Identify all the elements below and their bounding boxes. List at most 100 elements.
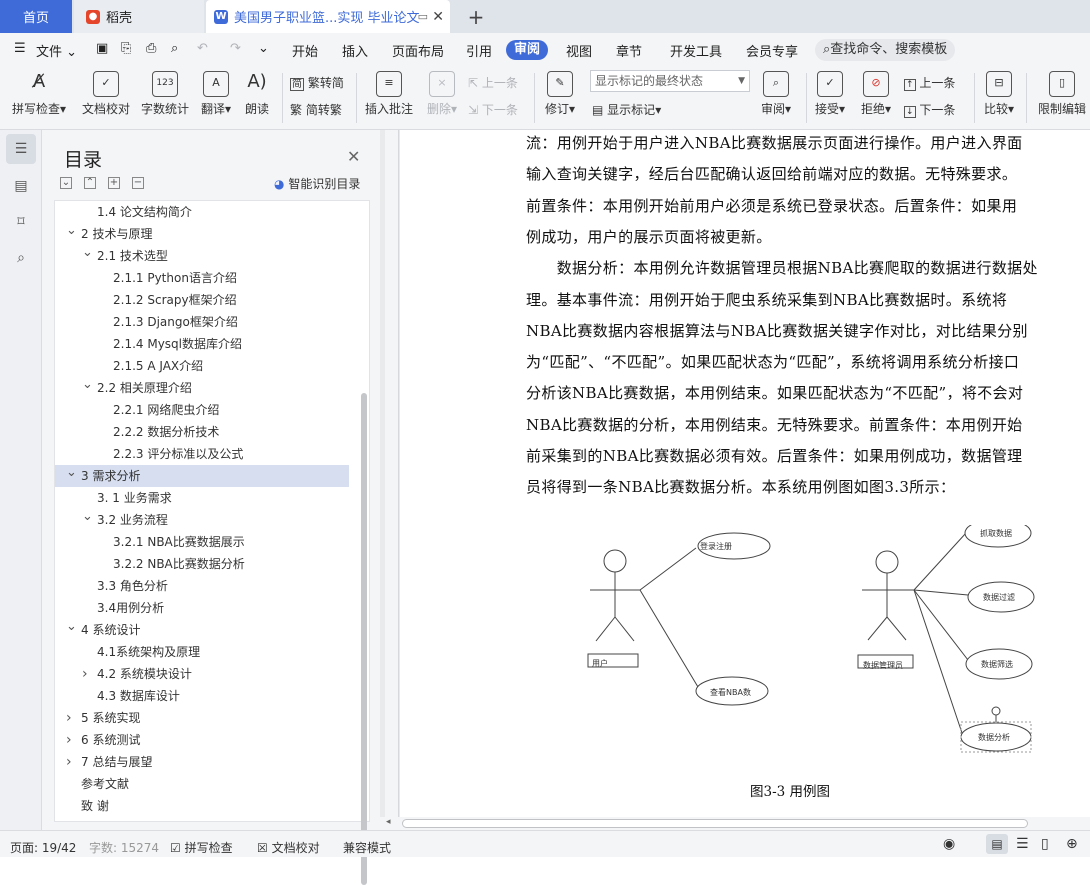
toc-item[interactable]: 参考文献 — [55, 773, 349, 795]
new-tab-button[interactable]: + — [462, 0, 490, 33]
accept-button[interactable]: ✓ 接受▾ — [812, 71, 848, 117]
web-view-icon[interactable]: ⊕ — [1066, 836, 1078, 852]
chevron-right-icon[interactable]: › — [82, 663, 88, 685]
word-count-button[interactable]: 123 字数统计 — [140, 71, 190, 117]
document-page[interactable]: 流：用例开始于用户进入NBA比赛数据展示页面进行操作。用户进入界面 输入查询关键字… — [400, 130, 1090, 817]
spell-check-status[interactable]: ☑ 拼写检查 — [170, 839, 233, 856]
toc-item[interactable]: 3.2.1 NBA比赛数据展示 — [55, 531, 349, 553]
compare-button[interactable]: ⊟ 比较▾ — [980, 71, 1018, 117]
prev-comment-button[interactable]: ⇱ 上一条 — [468, 74, 518, 91]
chevron-down-icon[interactable]: ⌄ — [66, 220, 77, 242]
toc-item[interactable]: ⌄ 2.2 相关原理介绍 — [55, 377, 349, 399]
delete-comment-button[interactable]: × 删除▾ — [422, 71, 462, 117]
menu-reference[interactable]: 引用 — [466, 41, 492, 60]
toc-item[interactable]: 2.2.2 数据分析技术 — [55, 421, 349, 443]
horizontal-scrollbar[interactable]: ◂ — [380, 817, 1090, 830]
chevron-right-icon[interactable]: › — [66, 729, 72, 751]
toc-item[interactable]: 3.2.2 NBA比赛数据分析 — [55, 553, 349, 575]
toc-item[interactable]: › 5 系统实现 — [55, 707, 349, 729]
tab-daoke[interactable]: ● 稻壳 — [74, 0, 204, 33]
menu-start[interactable]: 开始 — [292, 41, 318, 60]
export-icon[interactable]: ⎘ — [121, 41, 131, 56]
menu-member[interactable]: 会员专享 — [746, 41, 798, 60]
undo-icon[interactable]: ↶ — [197, 41, 208, 56]
menu-view[interactable]: 视图 — [566, 41, 592, 60]
toc-item[interactable]: 4.1系统架构及原理 — [55, 641, 349, 663]
close-tab-icon[interactable]: ✕ — [432, 9, 444, 25]
page-view-icon[interactable]: ▤ — [986, 834, 1008, 854]
menu-insert[interactable]: 插入 — [342, 41, 368, 60]
toc-scrollbar[interactable] — [361, 393, 367, 885]
next-change-button[interactable]: ↓ 下一条 — [904, 101, 955, 118]
proof-status[interactable]: ☒ 文档校对 — [257, 839, 320, 856]
next-comment-button[interactable]: ⇲ 下一条 — [468, 101, 518, 118]
menu-review[interactable]: 审阅 — [506, 40, 548, 60]
menu-chapter[interactable]: 章节 — [616, 41, 642, 60]
redo-icon[interactable]: ↷ — [230, 41, 241, 56]
toc-item[interactable]: 2.2.1 网络爬虫介绍 — [55, 399, 349, 421]
bookmark-icon[interactable]: ⌑ — [10, 211, 32, 233]
spell-check-button[interactable]: A̸ 拼写检查▾ — [10, 71, 68, 117]
restrict-edit-button[interactable]: ▯ 限制编辑 — [1034, 71, 1090, 117]
outline-view-icon[interactable]: ☰ — [1016, 836, 1029, 852]
toc-item[interactable]: 3.4用例分析 — [55, 597, 349, 619]
toc-item[interactable]: ⌄ 2 技术与原理 — [55, 223, 349, 245]
chevron-down-icon[interactable]: ⌄ — [66, 462, 77, 484]
tab-document[interactable]: W 美国男子职业篮...实现 毕业论文 ▭ ✕ — [206, 0, 450, 33]
menu-file[interactable]: 文件 ⌄ — [36, 41, 77, 60]
expand-all-icon[interactable]: ⌃ — [84, 177, 96, 189]
t2s-button[interactable]: 简 繁转简 — [290, 74, 344, 91]
remove-heading-icon[interactable]: − — [132, 177, 144, 189]
toc-item[interactable]: › 4.2 系统模块设计 — [55, 663, 349, 685]
reject-button[interactable]: ⊘ 拒绝▾ — [858, 71, 894, 117]
toc-item[interactable]: 1.4 论文结构简介 — [55, 201, 349, 223]
print-preview-icon[interactable]: ⌕ — [171, 41, 178, 56]
prev-change-button[interactable]: ↑ 上一条 — [904, 74, 955, 91]
command-search[interactable]: ⌕查找命令、搜索模板 — [815, 39, 955, 61]
chevron-down-icon[interactable]: ⌄ — [82, 506, 93, 528]
reading-view-icon[interactable]: ▯ — [1041, 836, 1049, 852]
eye-protection-icon[interactable]: ◉ — [943, 836, 955, 852]
print-icon[interactable]: ⎙ — [146, 41, 156, 56]
show-markup-button[interactable]: ▤ 显示标记▾ — [592, 101, 661, 118]
hamburger-icon[interactable]: ☰ — [14, 41, 26, 56]
toc-item[interactable]: 3. 1 业务需求 — [55, 487, 349, 509]
insert-comment-button[interactable]: ≡ 插入批注 — [362, 71, 416, 117]
toc-item[interactable]: ⌄ 4 系统设计 — [55, 619, 349, 641]
horizontal-scroll-thumb[interactable] — [402, 819, 1028, 828]
toc-item[interactable]: › 7 总结与展望 — [55, 751, 349, 773]
collapse-all-icon[interactable]: ⌄ — [60, 177, 72, 189]
toc-item[interactable]: 2.1.4 Mysql数据库介绍 — [55, 333, 349, 355]
toc-item[interactable]: ⌄ 3.2 业务流程 — [55, 509, 349, 531]
chevron-right-icon[interactable]: › — [66, 707, 72, 729]
toc-item[interactable]: ⌄ 3 需求分析 — [55, 465, 349, 487]
smart-toc-button[interactable]: ◕ 智能识别目录 — [274, 175, 360, 192]
chevron-down-icon[interactable]: ⌄ — [82, 242, 93, 264]
review-button[interactable]: ⌕ 审阅▾ — [758, 71, 794, 117]
add-heading-icon[interactable]: + — [108, 177, 120, 189]
toc-item[interactable]: 4.3 数据库设计 — [55, 685, 349, 707]
word-count-status[interactable]: 字数: 15274 — [89, 839, 159, 856]
tab-home[interactable]: 首页 — [0, 0, 72, 33]
chevron-down-icon[interactable]: ⌄ — [66, 616, 77, 638]
find-icon[interactable]: ⌕ — [10, 247, 32, 269]
toc-item[interactable]: 2.1.5 A JAX介绍 — [55, 355, 349, 377]
menu-developer[interactable]: 开发工具 — [670, 41, 722, 60]
toc-item[interactable]: 3.3 角色分析 — [55, 575, 349, 597]
toc-item[interactable]: 2.2.3 评分标准以及公式 — [55, 443, 349, 465]
page-indicator[interactable]: 页面: 19/42 — [10, 839, 76, 856]
chevron-right-icon[interactable]: › — [66, 751, 72, 773]
toc-item[interactable]: 2.1.2 Scrapy框架介绍 — [55, 289, 349, 311]
save-icon[interactable]: ▣ — [96, 41, 108, 56]
doc-proof-button[interactable]: ✓ 文档校对 — [80, 71, 132, 117]
toc-item[interactable]: 2.1.1 Python语言介绍 — [55, 267, 349, 289]
read-aloud-button[interactable]: A) 朗读 — [242, 71, 272, 117]
outline-icon[interactable]: ▤ — [10, 175, 32, 197]
toc-item[interactable]: ⌄ 2.1 技术选型 — [55, 245, 349, 267]
toc-item[interactable]: 致 谢 — [55, 795, 349, 817]
toc-item[interactable]: › 6 系统测试 — [55, 729, 349, 751]
toc-icon[interactable]: ☰ — [6, 134, 36, 164]
markup-mode-select[interactable]: 显示标记的最终状态 ▼ — [590, 70, 750, 92]
s2t-button[interactable]: 繁 简转繁 — [290, 101, 342, 118]
close-icon[interactable]: ✕ — [347, 147, 360, 166]
